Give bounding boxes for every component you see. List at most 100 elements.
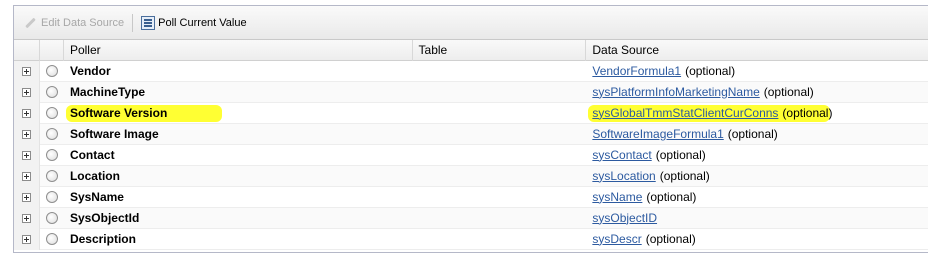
data-source-cell: sysObjectID (586, 208, 928, 229)
table-row[interactable]: Location sysLocation (optional) (14, 165, 928, 187)
data-source-link[interactable]: sysDescr (592, 232, 641, 246)
table-cell (413, 208, 587, 229)
row-select-cell (40, 229, 64, 250)
poller-cell: SysObjectId (64, 208, 413, 229)
expand-icon[interactable] (21, 108, 31, 118)
poller-name: SysName (69, 189, 124, 204)
column-header-table[interactable]: Table (413, 40, 587, 61)
expand-icon[interactable] (21, 213, 31, 223)
data-source-link[interactable]: SoftwareImageFormula1 (592, 127, 723, 141)
optional-label: (optional) (659, 168, 710, 183)
table-cell (413, 187, 587, 208)
toolbar: Edit Data Source Poll Current Value (14, 6, 928, 40)
row-expander-cell (14, 207, 40, 229)
poller-name: Software Version (69, 105, 168, 120)
poller-name: Contact (69, 147, 115, 162)
poller-cell: SysName (64, 187, 413, 208)
data-source-link[interactable]: sysPlatformInfoMarketingName (592, 85, 759, 99)
poller-name: Software Image (69, 126, 159, 141)
table-cell (413, 82, 587, 103)
table-row[interactable]: Description sysDescr (optional) (14, 228, 928, 250)
table-row[interactable]: Software Version sysGlobalTmmStatClientC… (14, 102, 928, 124)
table-cell (413, 124, 587, 145)
optional-label: (optional) (763, 84, 814, 99)
data-source-link[interactable]: sysObjectID (592, 211, 657, 225)
row-select-cell (40, 208, 64, 229)
data-source-link[interactable]: sysContact (592, 148, 651, 162)
expand-icon[interactable] (21, 87, 31, 97)
row-radio-button[interactable] (45, 128, 58, 140)
expand-icon[interactable] (21, 234, 31, 244)
data-source-cell: sysName (optional) (586, 187, 928, 208)
table-row[interactable]: SysName sysName (optional) (14, 186, 928, 208)
data-source-cell: sysContact (optional) (586, 145, 928, 166)
row-expander-cell (14, 144, 40, 166)
optional-label: (optional) (685, 63, 736, 78)
poller-grid-panel: Edit Data Source Poll Current Value Poll… (13, 5, 928, 253)
table-cell (413, 229, 587, 250)
poller-cell: Software Image (64, 124, 413, 145)
optional-label: (optional) (655, 147, 706, 162)
row-expander-cell (14, 102, 40, 124)
data-source-cell: sysDescr (optional) (586, 229, 928, 250)
expand-icon[interactable] (21, 192, 31, 202)
row-select-cell (40, 124, 64, 145)
poll-current-value-label: Poll Current Value (158, 16, 247, 29)
expand-icon[interactable] (21, 150, 31, 160)
row-radio-button[interactable] (45, 170, 58, 182)
data-source-link[interactable]: sysName (592, 190, 642, 204)
poll-current-value-button[interactable]: Poll Current Value (137, 12, 250, 34)
row-select-cell (40, 145, 64, 166)
expand-icon[interactable] (21, 171, 31, 181)
poller-cell: Location (64, 166, 413, 187)
grid-header: Poller Table Data Source (14, 40, 928, 61)
row-select-cell (40, 82, 64, 103)
row-radio-button[interactable] (45, 107, 58, 119)
data-source-link[interactable]: sysLocation (592, 169, 655, 183)
poll-icon (141, 15, 156, 30)
pencil-icon (24, 16, 38, 30)
data-source-cell: SoftwareImageFormula1 (optional) (586, 124, 928, 145)
table-row[interactable]: Contact sysContact (optional) (14, 144, 928, 166)
poller-name: SysObjectId (69, 210, 140, 225)
poller-cell: Vendor (64, 61, 413, 82)
table-row[interactable]: MachineType sysPlatformInfoMarketingName… (14, 81, 928, 103)
row-radio-button[interactable] (45, 233, 58, 245)
expand-icon[interactable] (21, 129, 31, 139)
table-cell (413, 61, 587, 82)
data-source-link[interactable]: sysGlobalTmmStatClientCurConns (592, 106, 778, 120)
data-source-link[interactable]: VendorFormula1 (592, 64, 681, 78)
column-header-data-source[interactable]: Data Source (586, 40, 928, 61)
table-cell (413, 166, 587, 187)
table-row[interactable]: Vendor VendorFormula1 (optional) (14, 60, 928, 82)
table-cell (413, 145, 587, 166)
toolbar-separator (132, 13, 134, 32)
row-radio-button[interactable] (45, 191, 58, 203)
poller-name: Location (69, 168, 120, 183)
poller-cell: Contact (64, 145, 413, 166)
edit-data-source-label: Edit Data Source (41, 16, 125, 29)
row-radio-button[interactable] (45, 86, 58, 98)
table-row[interactable]: SysObjectId sysObjectID (14, 207, 928, 229)
optional-label: (optional) (727, 126, 778, 141)
row-radio-button[interactable] (45, 212, 58, 224)
data-source-cell: sysLocation (optional) (586, 166, 928, 187)
row-radio-button[interactable] (45, 65, 58, 77)
poller-cell: Software Version (64, 103, 413, 124)
row-select-cell (40, 61, 64, 82)
poller-name: Vendor (69, 63, 111, 78)
row-radio-button[interactable] (45, 149, 58, 161)
row-select-cell (40, 166, 64, 187)
row-expander-cell (14, 81, 40, 103)
optional-label: (optional) (646, 189, 697, 204)
row-expander-cell (14, 60, 40, 82)
table-cell (413, 103, 587, 124)
edit-data-source-button[interactable]: Edit Data Source (20, 12, 128, 34)
column-header-poller[interactable]: Poller (64, 40, 413, 61)
data-source-cell: VendorFormula1 (optional) (586, 61, 928, 82)
expand-icon[interactable] (21, 66, 31, 76)
poller-cell: MachineType (64, 82, 413, 103)
table-row[interactable]: Software Image SoftwareImageFormula1 (opt… (14, 123, 928, 145)
poller-name: Description (69, 231, 136, 246)
row-expander-cell (14, 123, 40, 145)
